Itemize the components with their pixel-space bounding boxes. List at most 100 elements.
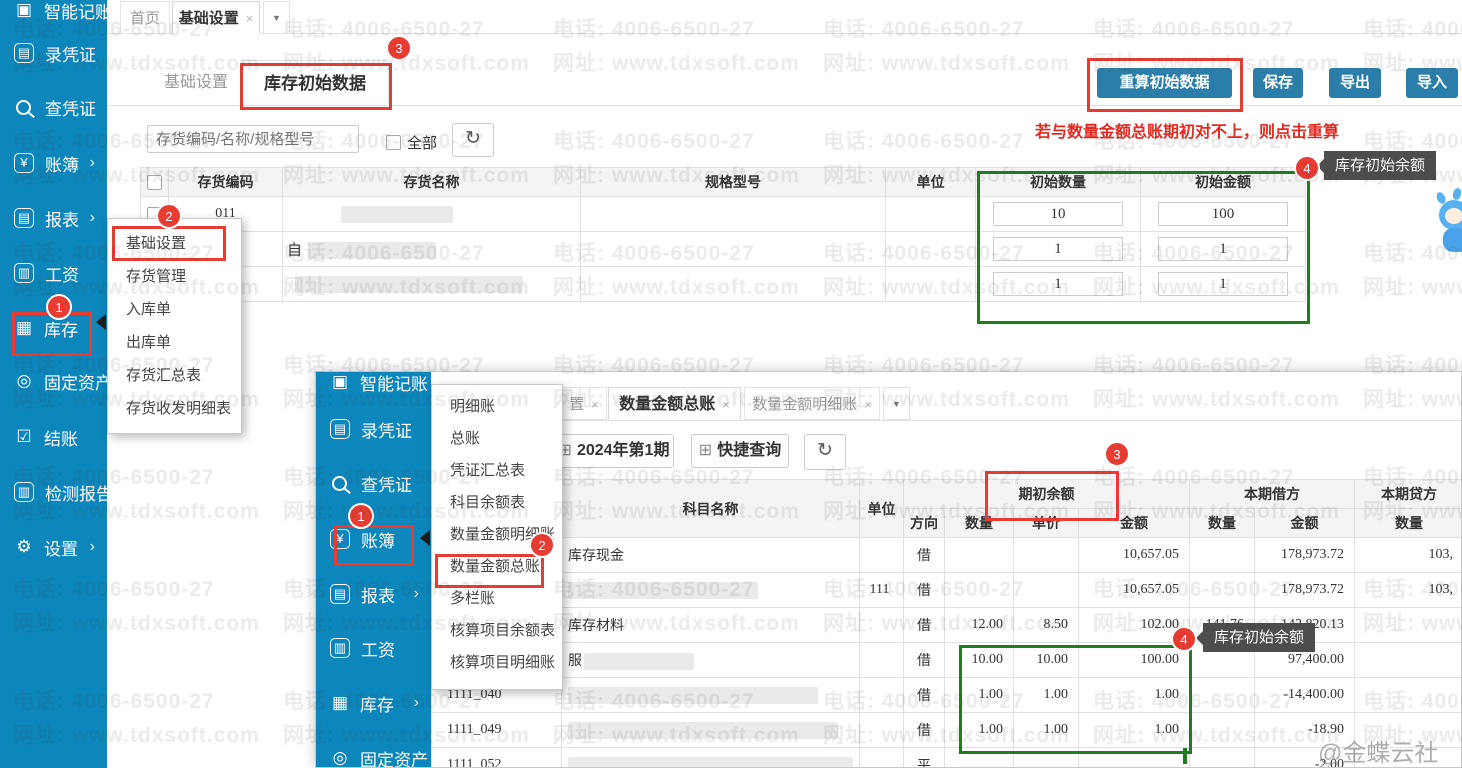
quick-query-button[interactable]: ⊞快捷查询 bbox=[691, 434, 789, 468]
menu-item-item-balance[interactable]: 核算项目余额表 bbox=[432, 615, 562, 647]
cell-account-name: 库存材料 bbox=[562, 608, 860, 643]
sidebar-item-fixed-assets[interactable]: ◎ 固定资产 bbox=[316, 738, 431, 768]
refresh-icon[interactable]: ↻ bbox=[804, 434, 846, 470]
main-sidebar: ▣ 智能记账 ▤ 录凭证 查凭证 ¥ 账簿 › ▤ 报表 › ▥ 工资 ▦ 库存… bbox=[0, 0, 107, 768]
sidebar-item-settings[interactable]: ⚙ 设置 › bbox=[0, 527, 107, 567]
menu-item-account-balance[interactable]: 科目余额表 bbox=[432, 487, 562, 519]
sidebar-item-inspection-report[interactable]: ▥ 检测报告 bbox=[0, 472, 107, 512]
init-qty-input[interactable] bbox=[993, 202, 1123, 226]
sidebar-item-fixed-assets[interactable]: ◎ 固定资产 bbox=[0, 361, 107, 401]
sidebar-item-voucher-search[interactable]: 查凭证 bbox=[316, 463, 431, 503]
annotation-badge-3: 3 bbox=[1104, 441, 1130, 467]
chevron-right-icon: › bbox=[90, 209, 95, 227]
cell-name bbox=[283, 197, 581, 232]
init-qty-input[interactable] bbox=[993, 237, 1123, 261]
col-header-spec: 规格型号 bbox=[581, 168, 886, 197]
refresh-icon[interactable]: ↻ bbox=[452, 123, 494, 157]
fixed-assets-icon: ◎ bbox=[12, 371, 36, 391]
period-selector-button[interactable]: ⊞2024年第1期 bbox=[554, 434, 674, 468]
sidebar-item-voucher-entry[interactable]: ▤ 录凭证 bbox=[316, 409, 431, 449]
sidebar-item-payroll[interactable]: ▥ 工资 bbox=[0, 253, 107, 293]
watermark-text: 电话: 4006-6500-27 bbox=[1363, 13, 1462, 43]
menu-item-detail-ledger[interactable]: 明细账 bbox=[432, 391, 562, 423]
sidebar-item-smart-accounting[interactable]: ▣ 智能记账 bbox=[316, 371, 431, 402]
menu-item-inventory-management[interactable]: 存货管理 bbox=[108, 260, 241, 293]
fixed-assets-icon: ◎ bbox=[328, 748, 352, 768]
table-row: 1111_052 平 -2.00 bbox=[432, 748, 1462, 768]
menu-pointer-icon bbox=[420, 530, 430, 546]
cell-unit bbox=[886, 232, 976, 267]
sidebar-item-voucher-entry[interactable]: ▤ 录凭证 bbox=[0, 33, 107, 73]
inventory-search-input[interactable] bbox=[147, 125, 359, 153]
all-checkbox[interactable]: 全部 bbox=[386, 132, 437, 153]
sidebar-item-voucher-search[interactable]: 查凭证 bbox=[0, 87, 107, 127]
menu-item-inventory-inout-detail[interactable]: 存货收发明细表 bbox=[108, 392, 241, 425]
menu-item-outbound-order[interactable]: 出库单 bbox=[108, 326, 241, 359]
menu-item-inventory-summary[interactable]: 存货汇总表 bbox=[108, 359, 241, 392]
sidebar-item-smart-accounting[interactable]: ▣ 智能记账 bbox=[0, 0, 107, 30]
tab-home[interactable]: 首页 bbox=[120, 1, 170, 34]
cell-direction: 借 bbox=[904, 573, 945, 608]
close-icon[interactable]: × bbox=[246, 11, 254, 26]
reports-icon: ▤ bbox=[14, 208, 34, 228]
sidebar-item-payroll[interactable]: ▥ 工资 bbox=[316, 628, 431, 668]
tab-list-caret-icon[interactable]: ▼ bbox=[883, 387, 910, 420]
close-icon[interactable]: × bbox=[591, 397, 599, 412]
menu-item-general-ledger[interactable]: 总账 bbox=[432, 423, 562, 455]
tab-label: 基础设置 bbox=[179, 10, 239, 27]
chevron-right-icon: › bbox=[90, 154, 95, 172]
reports-icon: ▤ bbox=[330, 584, 350, 604]
table-row: 库存现金 借 10,657.05 178,973.72 103, bbox=[432, 538, 1462, 573]
menu-item-multi-column-ledger[interactable]: 多栏账 bbox=[432, 583, 562, 615]
ledger-window-sidebar: ▣ 智能记账 ▤ 录凭证 查凭证 ¥ 账簿 ▤ 报表 › ▥ 工资 ▦ 库存 bbox=[316, 372, 431, 768]
tab-qty-amount-detail-ledger[interactable]: 数量金额明细账× bbox=[744, 387, 880, 420]
close-icon[interactable]: × bbox=[722, 397, 730, 412]
checkbox-icon[interactable] bbox=[386, 135, 401, 150]
menu-item-inbound-order[interactable]: 入库单 bbox=[108, 293, 241, 326]
close-icon[interactable]: × bbox=[864, 397, 872, 412]
select-all-checkbox[interactable] bbox=[141, 168, 169, 197]
cell-init-amt bbox=[1141, 232, 1306, 267]
tab-basic-settings[interactable]: 基础设置 × bbox=[172, 1, 260, 34]
init-amt-input[interactable] bbox=[1158, 272, 1288, 296]
import-button[interactable]: 导入 bbox=[1406, 68, 1458, 98]
table-row: 111 借 10,657.05 178,973.72 103, bbox=[432, 573, 1462, 608]
init-qty-input[interactable] bbox=[993, 272, 1123, 296]
recalc-initial-data-button[interactable]: 重算初始数据 bbox=[1097, 68, 1232, 98]
save-button[interactable]: 保存 bbox=[1253, 68, 1303, 98]
menu-item-basic-settings[interactable]: 基础设置 bbox=[108, 227, 241, 260]
cell-unit bbox=[886, 267, 976, 302]
watermark-text: 电话: 4006-6500-27 bbox=[553, 125, 755, 155]
init-amt-input[interactable] bbox=[1158, 237, 1288, 261]
col-header-qty: 数量 bbox=[1190, 509, 1255, 538]
assistant-mascot-icon[interactable] bbox=[1437, 194, 1462, 260]
cell-account-name: 服 bbox=[562, 643, 860, 678]
tab-qty-amount-general-ledger[interactable]: 数量金额总账× bbox=[608, 387, 741, 420]
annotation-badge-4: 4 bbox=[1171, 626, 1197, 652]
sidebar-item-ledger[interactable]: ¥ 账簿 bbox=[316, 519, 431, 559]
subtab-basic-settings[interactable]: 基础设置 bbox=[155, 60, 237, 105]
menu-item-item-detail[interactable]: 核算项目明细账 bbox=[432, 647, 562, 679]
cell-name bbox=[283, 267, 581, 302]
cell-init-qty bbox=[976, 197, 1141, 232]
tab-list-caret-icon[interactable]: ▼ bbox=[263, 1, 290, 34]
calendar-icon: ⊞ bbox=[699, 442, 712, 459]
voucher-search-icon bbox=[332, 476, 347, 491]
sidebar-item-ledger[interactable]: ¥ 账簿 › bbox=[0, 143, 107, 183]
cell-account-name bbox=[562, 573, 860, 608]
sidebar-item-reports[interactable]: ▤ 报表 › bbox=[0, 198, 107, 238]
tab-partial-settings[interactable]: 置× bbox=[561, 387, 607, 420]
col-header-code: 存货编码 bbox=[169, 168, 283, 197]
table-row: 1111_040 借 1.00 1.00 1.00 -14,400.00 bbox=[432, 678, 1462, 713]
menu-item-voucher-summary[interactable]: 凭证汇总表 bbox=[432, 455, 562, 487]
smart-accounting-icon: ▣ bbox=[328, 372, 352, 392]
init-amt-input[interactable] bbox=[1158, 202, 1288, 226]
subtab-inventory-initial-data[interactable]: 库存初始数据 bbox=[241, 60, 389, 105]
sidebar-item-inventory[interactable]: ▦ 库存 › bbox=[316, 683, 431, 723]
cell-debit-amt: -18.90 bbox=[1255, 713, 1355, 748]
sidebar-item-closing[interactable]: ☑ 结账 bbox=[0, 417, 107, 457]
export-button[interactable]: 导出 bbox=[1329, 68, 1381, 98]
cell-direction: 借 bbox=[904, 713, 945, 748]
sidebar-item-reports[interactable]: ▤ 报表 › bbox=[316, 574, 431, 614]
cell-account-name: 库存现金 bbox=[562, 538, 860, 573]
